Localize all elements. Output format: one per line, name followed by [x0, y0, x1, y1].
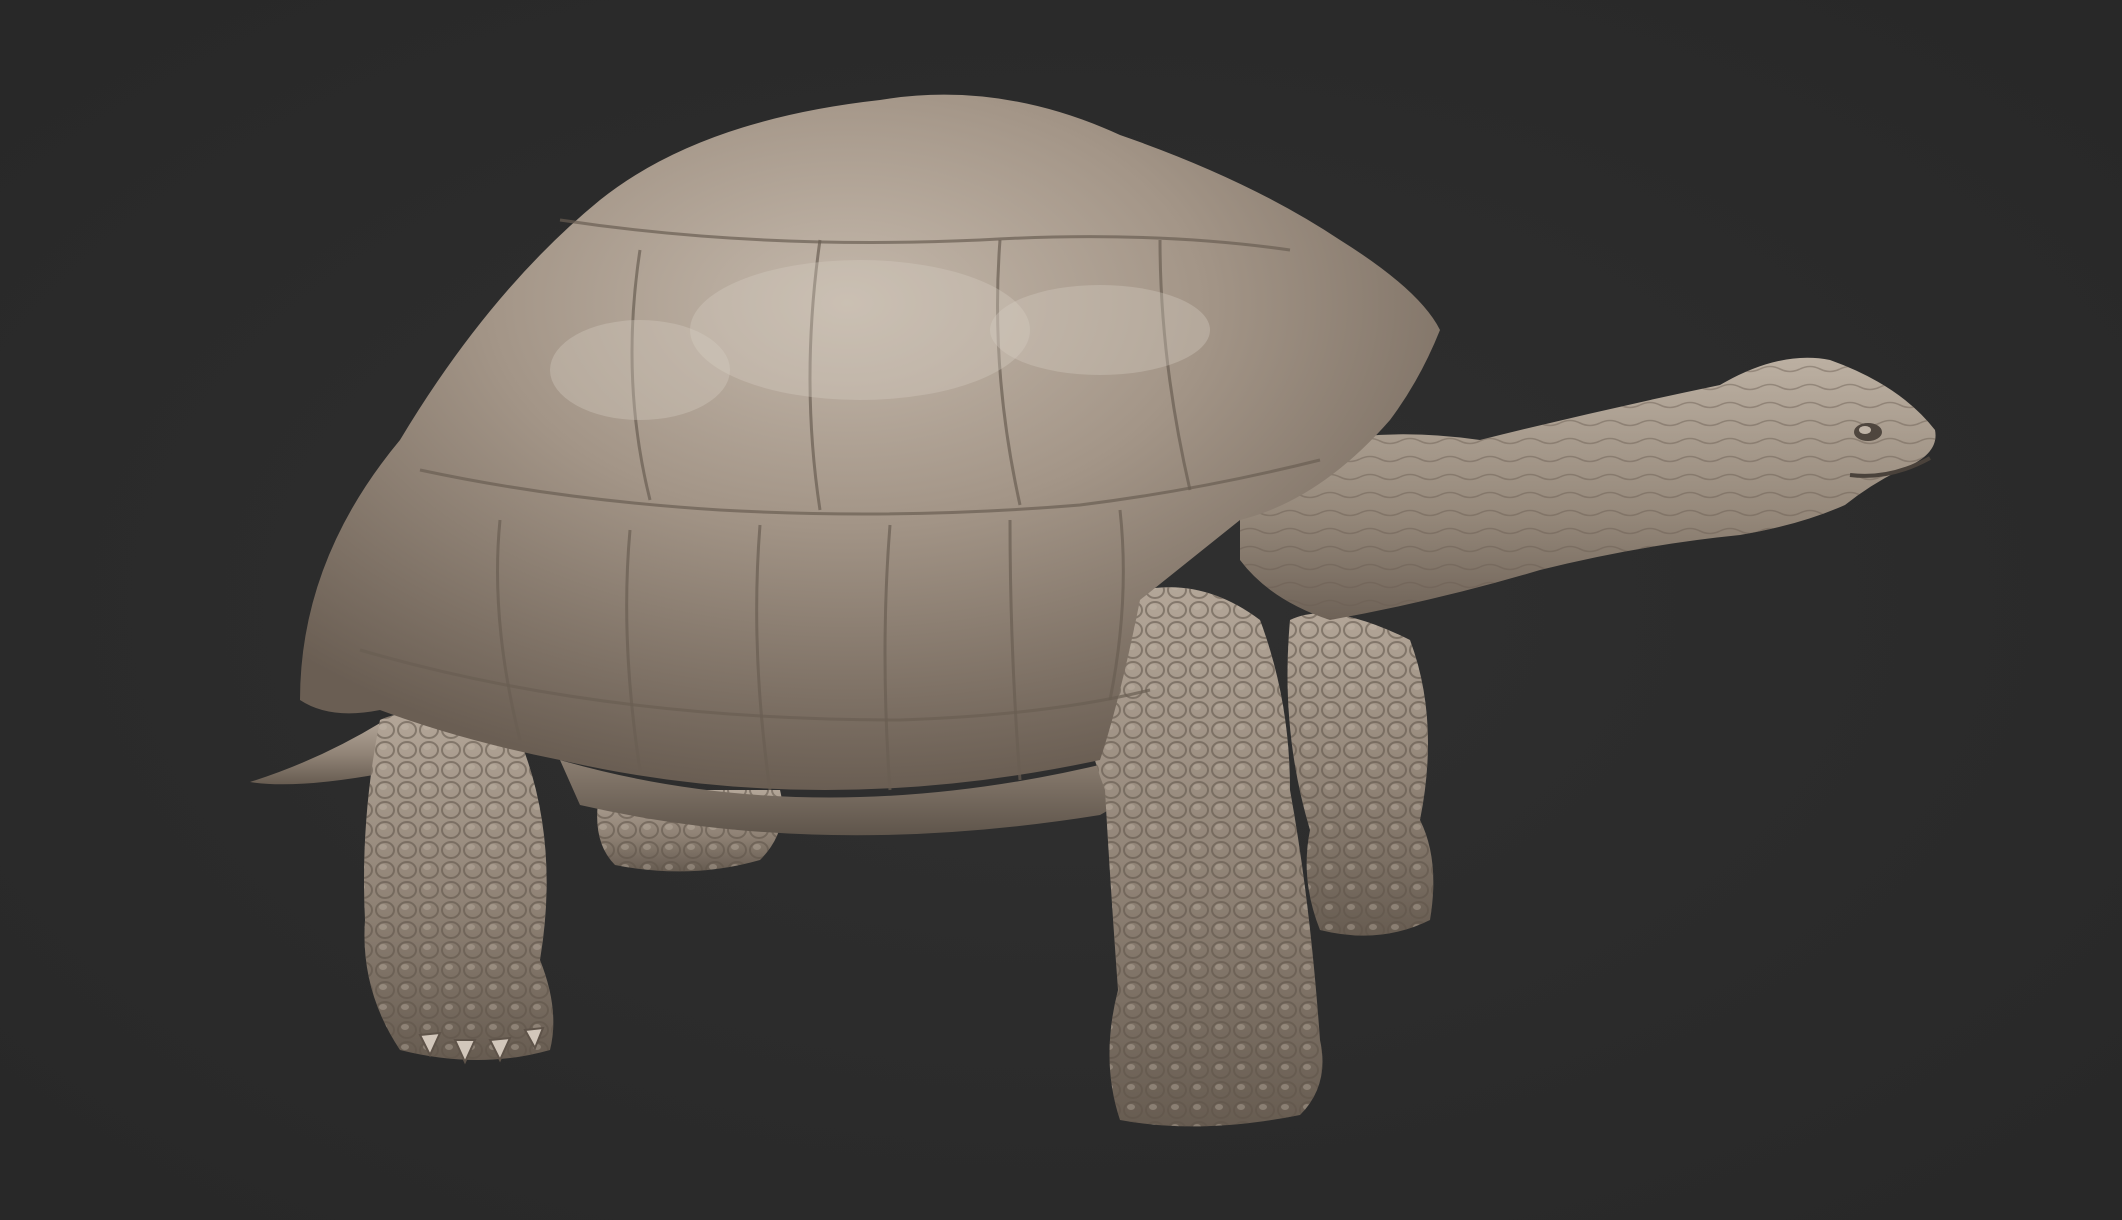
render-viewport[interactable]	[0, 0, 2122, 1220]
tortoise-sculpt-render	[0, 0, 2122, 1220]
